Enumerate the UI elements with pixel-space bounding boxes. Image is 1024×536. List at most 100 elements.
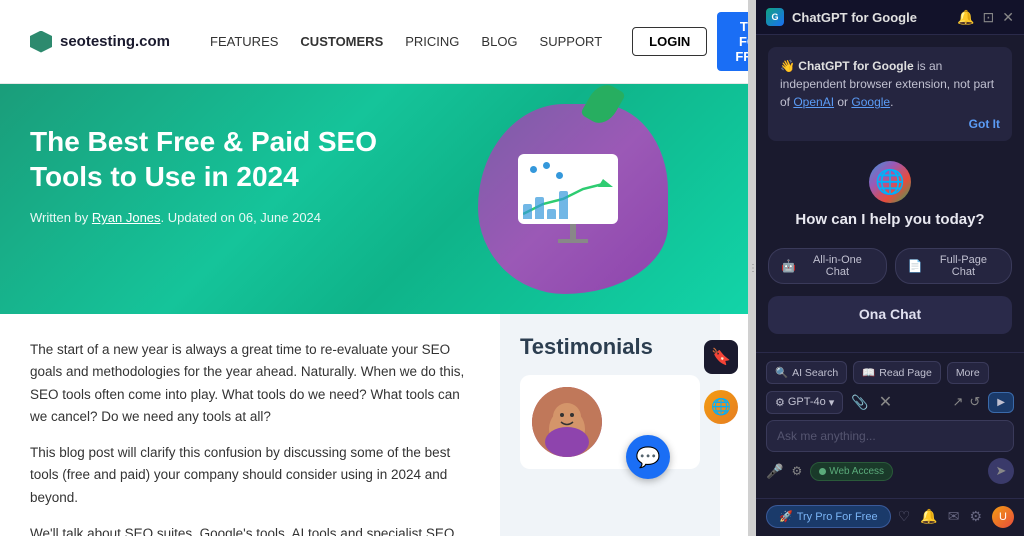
panel-title-area: G ChatGPT for Google bbox=[766, 8, 917, 26]
chevron-down-icon: ▾ bbox=[829, 396, 835, 409]
attachment-icon[interactable]: 📎 bbox=[849, 392, 870, 413]
send-button[interactable]: ▶ bbox=[988, 392, 1014, 413]
try-pro-button[interactable]: 🚀 Try Pro For Free bbox=[766, 505, 891, 528]
full-page-chat-button[interactable]: 📄 Full-Page Chat bbox=[895, 248, 1012, 284]
try-free-button[interactable]: TRY FOR FREE bbox=[717, 12, 748, 71]
chatgpt-logo-icon: G bbox=[766, 8, 784, 26]
author-link[interactable]: Ryan Jones bbox=[92, 210, 161, 225]
all-in-one-label: All-in-One Chat bbox=[801, 254, 874, 278]
footer-icons: ♡ 🔔 ✉ ⚙ U bbox=[898, 506, 1014, 528]
regenerate-icon[interactable]: ↺ bbox=[969, 394, 980, 410]
toolbar-row2: ⚙ GPT-4o ▾ 📎 ✕ ↗ ↺ ▶ bbox=[766, 390, 1014, 414]
testimonials-title: Testimonials bbox=[520, 334, 700, 360]
read-page-button[interactable]: 📖 Read Page bbox=[853, 361, 941, 384]
nav-customers[interactable]: CUSTOMERS bbox=[300, 34, 383, 49]
web-access-badge[interactable]: Web Access bbox=[810, 462, 893, 481]
share-icon[interactable]: ↗ bbox=[952, 394, 963, 410]
panel-divider[interactable]: ⋮ bbox=[748, 0, 756, 536]
nav-support[interactable]: SUPPORT bbox=[540, 34, 603, 49]
more-button[interactable]: More bbox=[947, 362, 989, 384]
clear-icon[interactable]: ✕ bbox=[877, 390, 894, 414]
ona-chat-bubble: Ona Chat bbox=[768, 296, 1012, 334]
nav-features[interactable]: FEATURES bbox=[210, 34, 278, 49]
nav-pricing[interactable]: PRICING bbox=[405, 34, 459, 49]
chat-input-area: Ask me anything... bbox=[766, 420, 1014, 452]
settings-icon[interactable]: ⚙ bbox=[791, 464, 802, 478]
content-wrapper: The start of a new year is always a grea… bbox=[0, 314, 748, 536]
model-selector[interactable]: ⚙ GPT-4o ▾ bbox=[766, 391, 843, 414]
robot-icon: 🤖 bbox=[781, 259, 796, 273]
model-name: GPT-4o bbox=[788, 396, 826, 408]
notification-icon[interactable]: 🔔 bbox=[957, 9, 974, 26]
user-avatar[interactable]: U bbox=[992, 506, 1014, 528]
bookmark-icon[interactable]: 🔖 bbox=[704, 340, 738, 374]
input-placeholder: Ask me anything... bbox=[777, 429, 1003, 443]
input-row2: 🎤 ⚙ Web Access ➤ bbox=[766, 458, 1014, 484]
book-icon: 📖 bbox=[862, 366, 875, 379]
hero-section: The Best Free & Paid SEO Tools to Use in… bbox=[0, 84, 748, 314]
panel-body: 👋 ChatGPT for Google is an independent b… bbox=[756, 35, 1024, 352]
ai-search-button[interactable]: 🔍 AI Search bbox=[766, 361, 847, 384]
close-icon[interactable]: ✕ bbox=[1002, 9, 1014, 26]
settings-footer-icon[interactable]: ⚙ bbox=[969, 508, 982, 525]
rocket-icon: 🚀 bbox=[779, 510, 793, 523]
hero-blob bbox=[478, 104, 668, 294]
main-content: The start of a new year is always a grea… bbox=[0, 314, 500, 536]
content-para-3: We'll talk about SEO suites, Google's to… bbox=[30, 523, 470, 536]
testimonial-card: 💬 bbox=[520, 375, 700, 469]
nav-blog[interactable]: BLOG bbox=[481, 34, 517, 49]
main-nav: FEATURES CUSTOMERS PRICING BLOG SUPPORT bbox=[210, 34, 602, 49]
site-header: seotesting.com FEATURES CUSTOMERS PRICIN… bbox=[0, 0, 748, 84]
google-link[interactable]: Google bbox=[851, 95, 890, 109]
content-para-1: The start of a new year is always a grea… bbox=[30, 339, 470, 428]
web-access-label: Web Access bbox=[829, 466, 884, 477]
chat-button[interactable]: 💬 bbox=[626, 435, 670, 479]
panel-controls: 🔔 ⊡ ✕ bbox=[957, 9, 1014, 26]
info-brand: ChatGPT for Google bbox=[798, 59, 913, 73]
logo[interactable]: seotesting.com bbox=[30, 31, 170, 53]
testimonial-avatar bbox=[532, 387, 602, 457]
login-button[interactable]: LOGIN bbox=[632, 27, 707, 56]
try-pro-label: Try Pro For Free bbox=[797, 511, 878, 523]
panel-toolbar: 🔍 AI Search 📖 Read Page More ⚙ GPT-4o ▾ … bbox=[756, 352, 1024, 498]
bell-icon[interactable]: 🔔 bbox=[920, 508, 937, 525]
full-page-label: Full-Page Chat bbox=[928, 254, 999, 278]
header-buttons: LOGIN TRY FOR FREE bbox=[632, 12, 748, 71]
chart-icon bbox=[518, 154, 628, 244]
arrow-right-icon: ▶ bbox=[997, 397, 1005, 408]
toolbar-row1: 🔍 AI Search 📖 Read Page More bbox=[766, 361, 1014, 384]
search-icon: 🔍 bbox=[775, 366, 788, 379]
hero-title: The Best Free & Paid SEO Tools to Use in… bbox=[30, 124, 410, 194]
more-label: More bbox=[956, 367, 980, 379]
ai-globe-icon: 🌐 bbox=[869, 161, 911, 203]
info-text2: or bbox=[834, 95, 851, 109]
panel-title: ChatGPT for Google bbox=[792, 10, 917, 25]
info-box: 👋 ChatGPT for Google is an independent b… bbox=[768, 47, 1012, 141]
model-icon: ⚙ bbox=[775, 396, 785, 409]
all-in-one-chat-button[interactable]: 🤖 All-in-One Chat bbox=[768, 248, 887, 284]
expand-icon[interactable]: ⊡ bbox=[983, 9, 995, 26]
page-icon: 📄 bbox=[908, 259, 923, 273]
chat-options: 🤖 All-in-One Chat 📄 Full-Page Chat bbox=[768, 248, 1012, 284]
logo-shield-icon bbox=[30, 31, 52, 53]
got-it-button[interactable]: Got It bbox=[969, 117, 1000, 131]
globe-icon[interactable]: 🌐 bbox=[704, 390, 738, 424]
testimonials-section: Testimonials 💬 bbox=[500, 314, 720, 536]
ai-avatar-area: 🌐 How can I help you today? bbox=[768, 153, 1012, 236]
panel-header: G ChatGPT for Google 🔔 ⊡ ✕ bbox=[756, 0, 1024, 35]
avatar-initial: U bbox=[999, 511, 1007, 523]
chat-send-button[interactable]: ➤ bbox=[988, 458, 1014, 484]
panel-footer: 🚀 Try Pro For Free ♡ 🔔 ✉ ⚙ U bbox=[756, 498, 1024, 536]
ai-question: How can I help you today? bbox=[795, 211, 984, 228]
divider-dots: ⋮ bbox=[748, 263, 756, 274]
logo-text: seotesting.com bbox=[60, 33, 170, 50]
content-para-2: This blog post will clarify this confusi… bbox=[30, 442, 470, 509]
openai-link[interactable]: OpenAI bbox=[793, 95, 834, 109]
ona-chat-name: Ona Chat bbox=[780, 306, 1000, 322]
chatgpt-panel: G ChatGPT for Google 🔔 ⊡ ✕ 👋 ChatGPT for… bbox=[756, 0, 1024, 536]
hero-illustration bbox=[488, 94, 688, 294]
meta-suffix: . Updated on 06, June 2024 bbox=[161, 210, 321, 225]
heart-icon[interactable]: ♡ bbox=[898, 508, 911, 525]
mail-icon[interactable]: ✉ bbox=[948, 508, 960, 525]
mic-icon[interactable]: 🎤 bbox=[766, 463, 783, 480]
